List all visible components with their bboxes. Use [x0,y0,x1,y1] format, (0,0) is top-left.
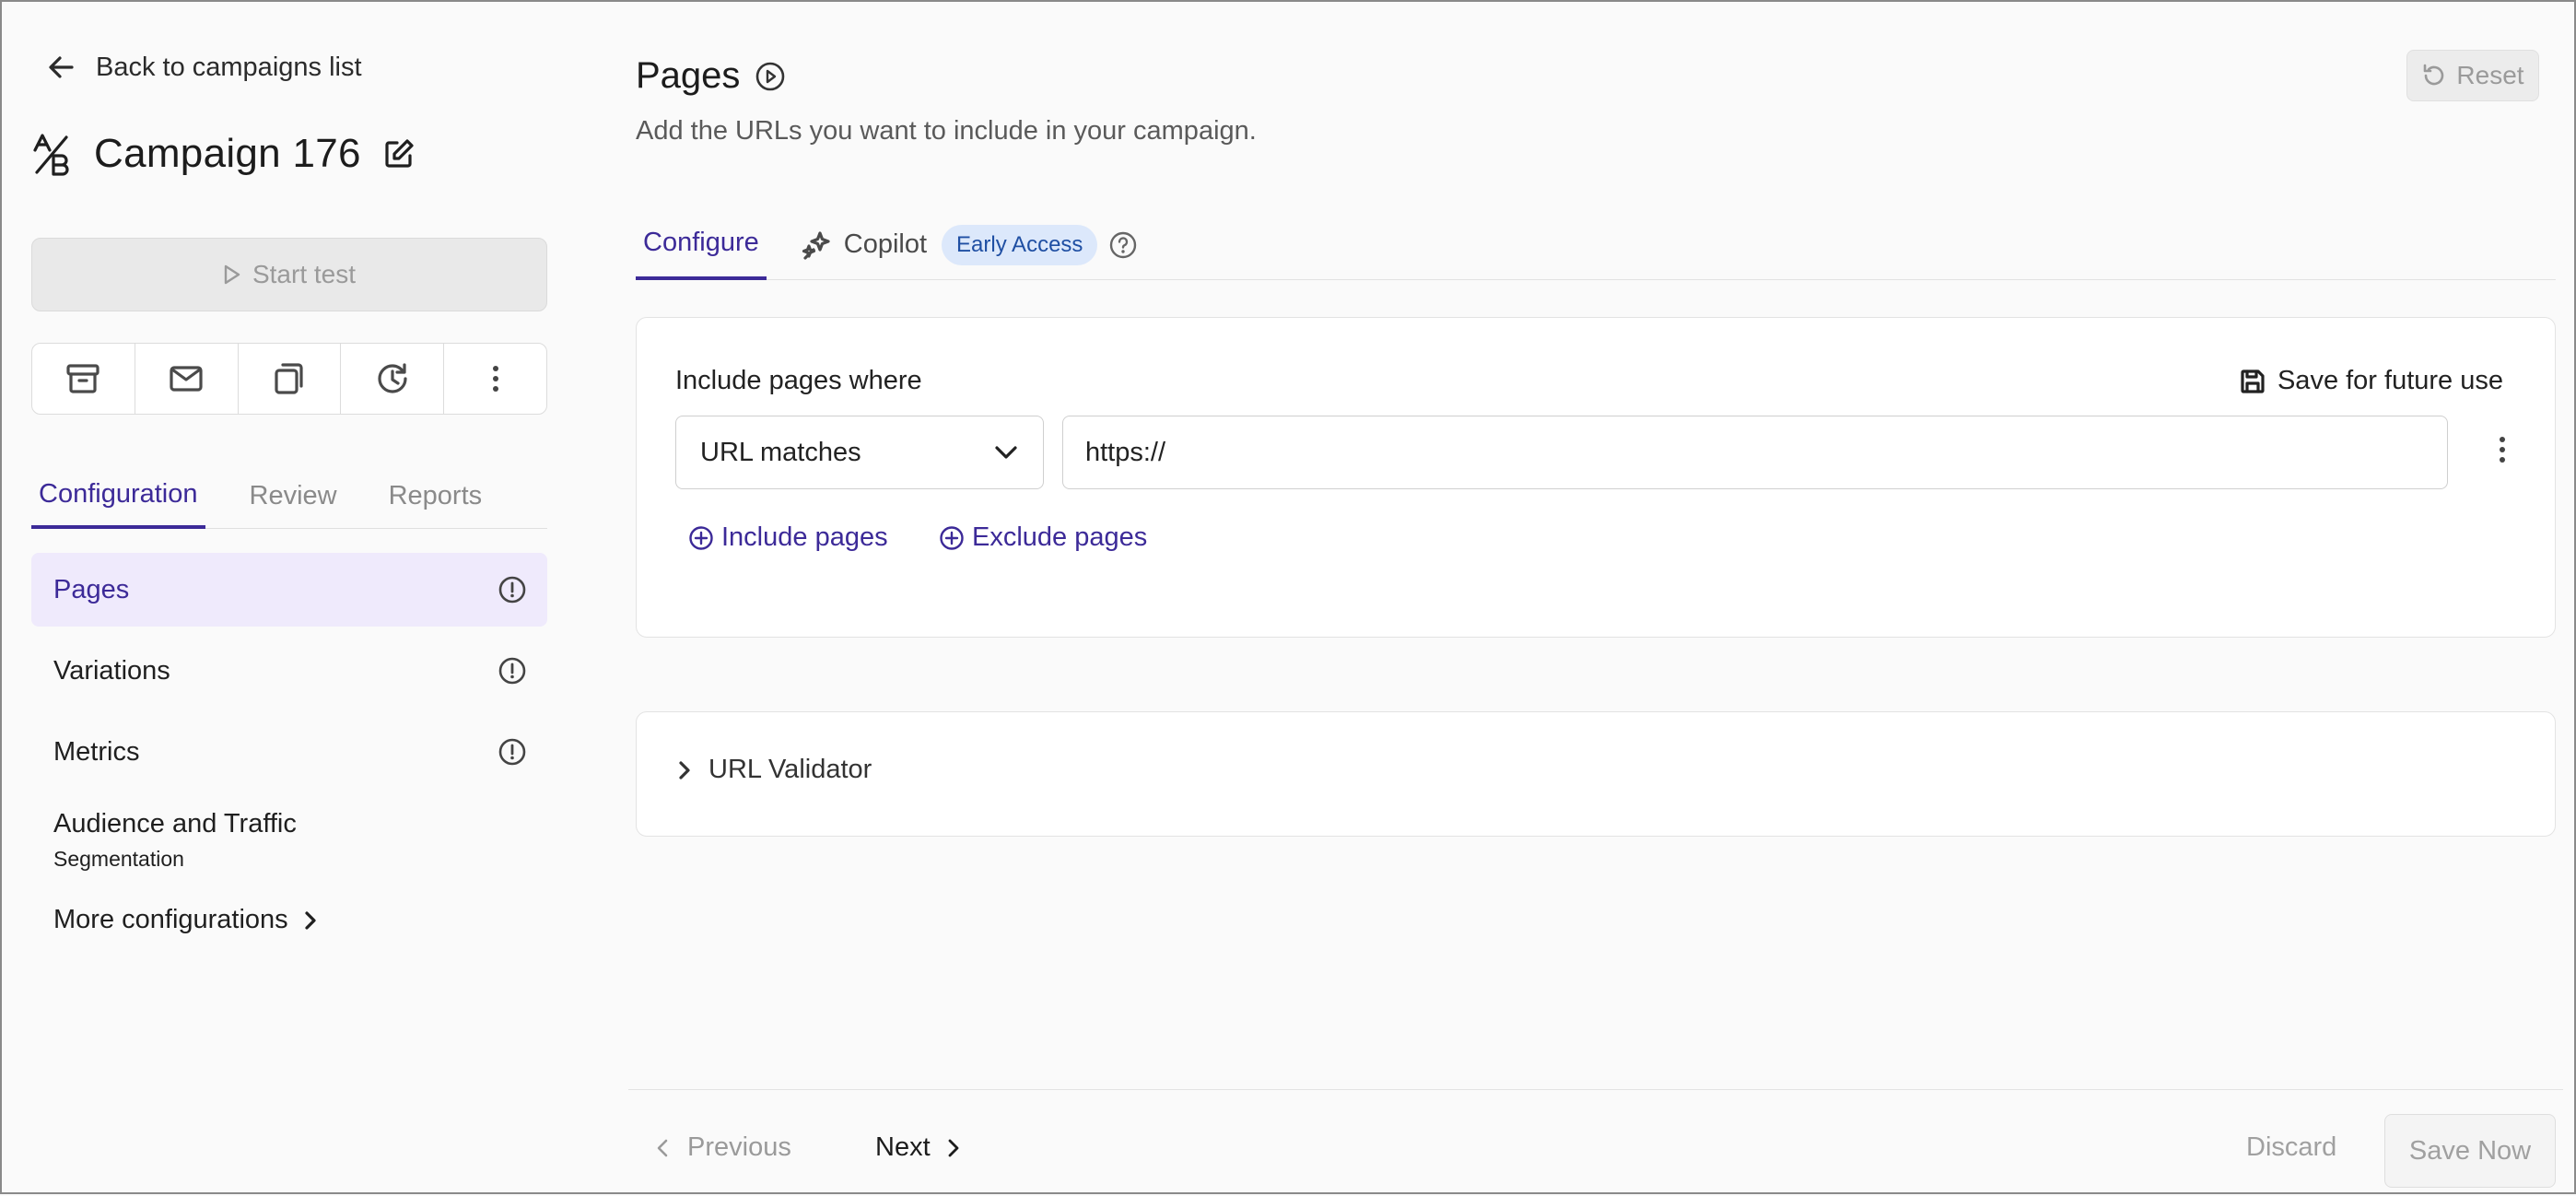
chevron-down-icon [993,444,1019,461]
sidebar-item-pages[interactable]: Pages [31,553,547,627]
history-button[interactable] [341,344,445,414]
start-test-label: Start test [252,260,357,288]
sparkles-icon [802,229,833,261]
early-access-badge: Early Access [942,224,1098,265]
discard-button[interactable]: Discard [2246,1132,2336,1163]
sidebar-item-label: Metrics [53,736,140,767]
sidebar-item-metrics[interactable]: Metrics [31,715,547,789]
help-circle-icon[interactable] [1108,230,1138,260]
url-input[interactable] [1062,416,2448,489]
save-now-button[interactable]: Save Now [2384,1114,2556,1188]
back-link-label: Back to campaigns list [96,52,362,82]
sidebar-item-audience[interactable]: Audience and Traffic Segmentation [31,796,547,885]
main-tabs: Configure Copilot Early Access [636,210,2556,280]
chevron-right-icon [677,759,692,781]
match-type-select[interactable]: URL matches [675,416,1044,489]
reset-icon [2421,63,2447,88]
tab-configure[interactable]: Configure [636,210,767,280]
tab-review[interactable]: Review [242,463,345,529]
page-subtitle: Add the URLs you want to include in your… [636,116,1257,146]
duplicate-icon [273,361,306,396]
exclude-pages-button[interactable]: Exclude pages [939,522,1147,553]
campaign-header: Campaign 176 [31,131,415,177]
previous-button[interactable]: Previous [656,1132,791,1163]
sidebar-item-variations[interactable]: Variations [31,634,547,708]
main-content: Pages Add the URLs you want to include i… [636,2,2556,1196]
audience-title: Audience and Traffic [53,809,297,838]
audience-subtitle: Segmentation [53,847,184,871]
save-for-future-label: Save for future use [2277,366,2503,395]
tab-reports[interactable]: Reports [381,463,490,529]
include-pages-label: Include pages where [675,366,922,395]
include-pages-button[interactable]: Include pages [688,522,888,553]
exclude-pages-btn-label: Exclude pages [972,522,1148,552]
url-validator-label: URL Validator [708,755,872,784]
save-for-future-button[interactable]: Save for future use [2239,366,2503,396]
play-icon [223,264,241,285]
more-actions-button[interactable] [444,344,546,414]
page-title: Pages [636,55,741,96]
previous-label: Previous [687,1132,791,1162]
more-vertical-icon[interactable] [2498,436,2507,463]
chevron-right-icon [947,1137,960,1159]
arrow-left-icon [46,52,77,83]
config-nav: Pages Variations Metrics Audience and Tr… [31,553,547,935]
tab-copilot[interactable]: Copilot [802,210,927,280]
include-pages-btn-label: Include pages [721,522,888,552]
warning-icon [498,575,527,604]
reset-button[interactable]: Reset [2406,50,2539,101]
plus-circle-icon [939,525,965,551]
archive-icon [65,362,100,395]
email-button[interactable] [135,344,239,414]
warning-icon [498,656,527,686]
url-validator-card: URL Validator [636,711,2556,837]
back-to-campaigns-link[interactable]: Back to campaigns list [46,52,362,83]
archive-button[interactable] [32,344,135,414]
play-circle-icon[interactable] [755,61,786,92]
sidebar-item-label: Pages [53,574,130,604]
save-icon [2239,368,2266,395]
edit-icon[interactable] [383,138,415,170]
include-pages-card: Include pages where Save for future use … [636,317,2556,638]
sidebar-item-label: Variations [53,655,170,686]
plus-circle-icon [688,525,714,551]
footer-bar: Previous Next Discard Save Now [628,1089,2563,1196]
history-icon [375,361,410,396]
chevron-right-icon [303,909,318,932]
more-vertical-icon [491,364,500,393]
copilot-label: Copilot [843,229,928,259]
match-type-value: URL matches [700,437,861,467]
page-heading: Pages [636,55,786,97]
chevron-left-icon [656,1137,669,1159]
ab-test-icon [31,132,72,176]
sidebar-tabs: Configuration Review Reports [31,463,547,529]
more-configurations-label: More configurations [53,905,288,934]
warning-icon [498,737,527,767]
url-validator-toggle[interactable]: URL Validator [677,755,872,785]
campaign-actions [31,343,547,415]
mail-icon [169,364,204,393]
sidebar: Back to campaigns list Campaign 176 Star… [31,2,547,1196]
next-label: Next [875,1132,931,1162]
tab-configuration[interactable]: Configuration [31,463,205,529]
campaign-title: Campaign 176 [94,131,361,176]
more-configurations-link[interactable]: More configurations [31,905,547,935]
next-button[interactable]: Next [875,1132,960,1163]
app-frame: Back to campaigns list Campaign 176 Star… [0,0,2576,1194]
duplicate-button[interactable] [239,344,342,414]
start-test-button[interactable]: Start test [31,238,547,311]
reset-label: Reset [2456,61,2524,89]
